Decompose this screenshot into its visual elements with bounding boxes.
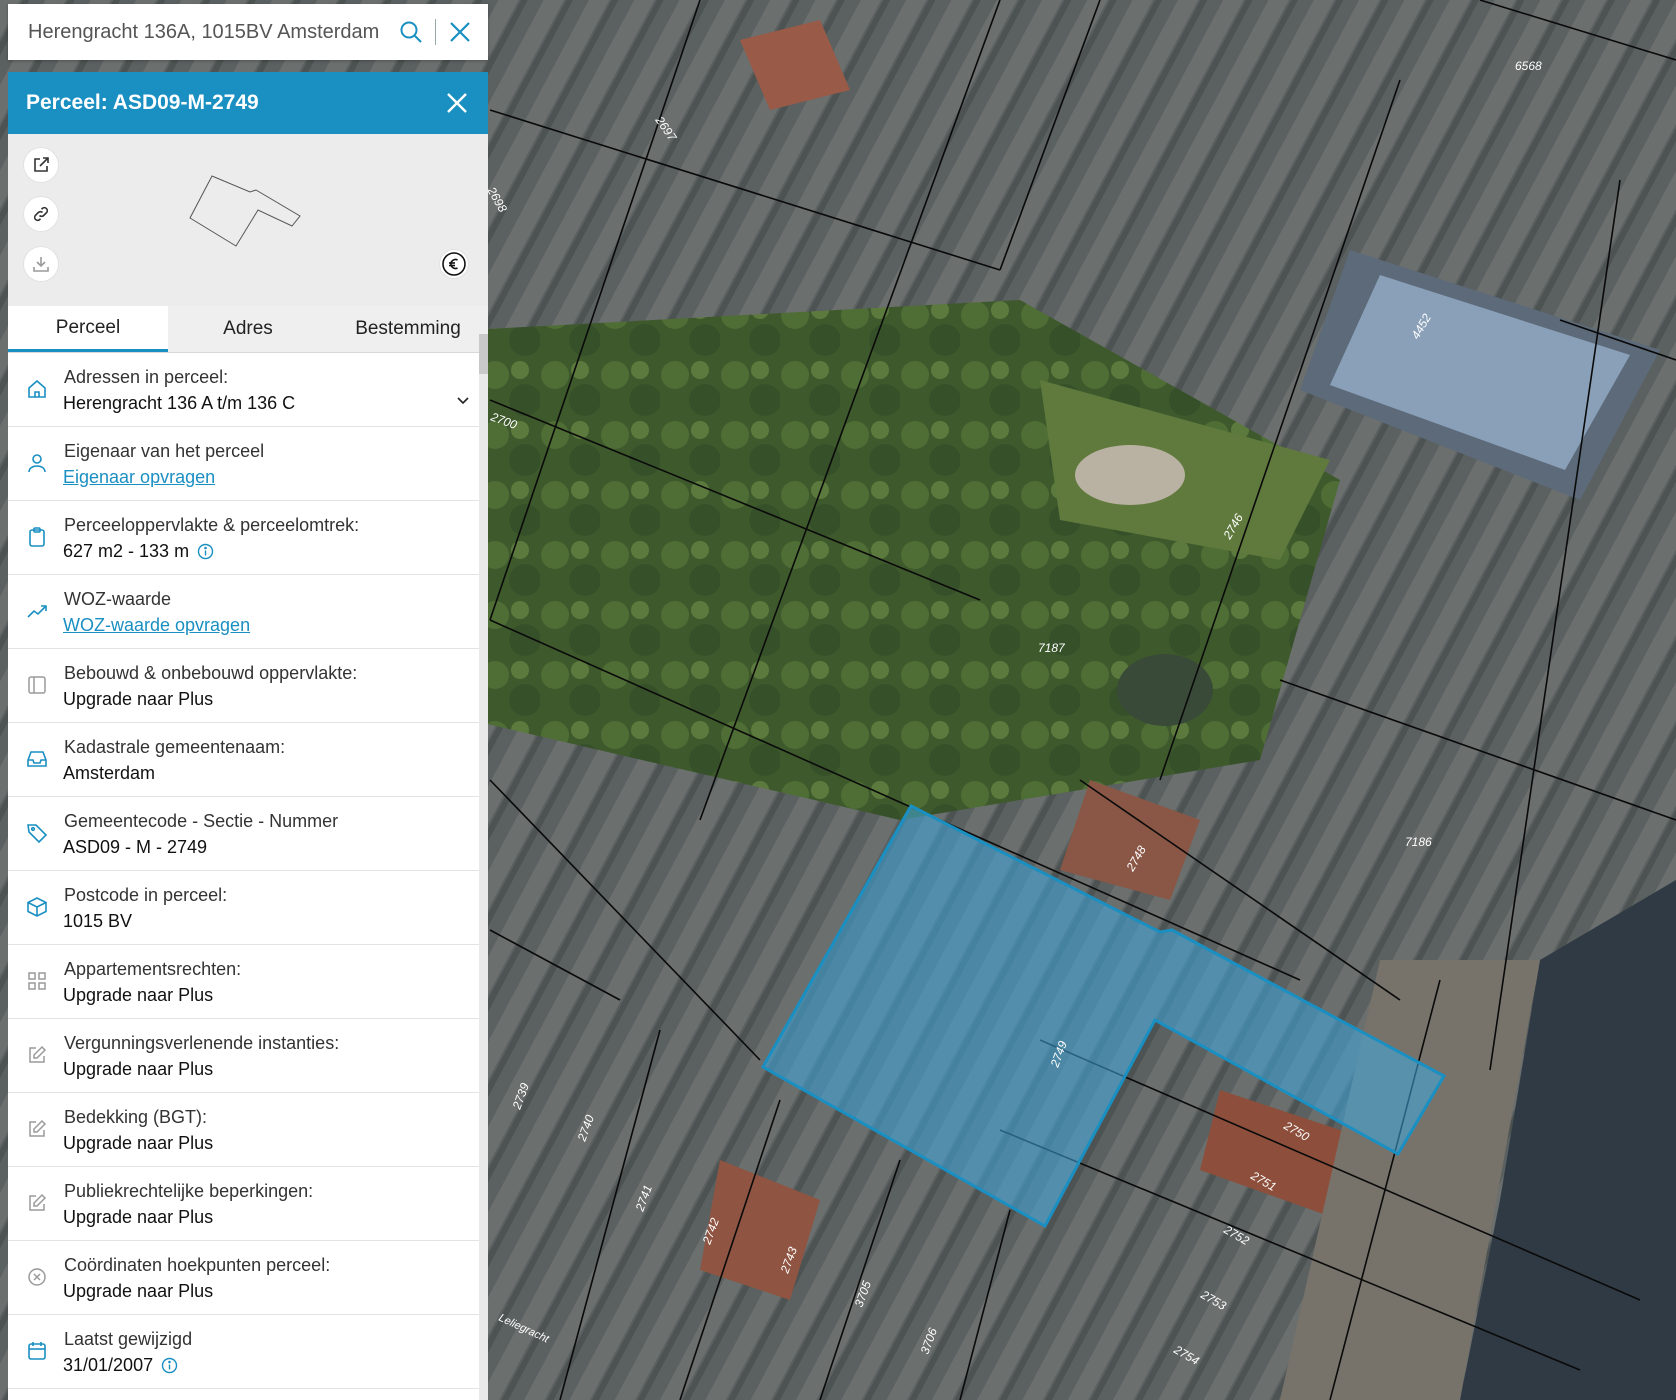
row-value: Amsterdam <box>63 763 156 783</box>
row-label: Coördinaten hoekpunten perceel: <box>64 1255 331 1275</box>
parcel-panel: Perceel: ASD09-M-2749 Perceel Adres Best… <box>8 72 488 1400</box>
row-gemeentecode: Gemeentecode - Sectie - Nummer ASD09 - M… <box>8 797 479 871</box>
chevron-down-icon[interactable] <box>457 397 469 405</box>
info-icon[interactable] <box>197 543 214 560</box>
close-panel-icon[interactable] <box>446 92 468 114</box>
row-appartementsrechten: Appartementsrechten: Upgrade naar Plus <box>8 945 479 1019</box>
search-bar <box>8 4 488 60</box>
row-value: Upgrade naar Plus <box>63 1281 214 1301</box>
parcel-label: 6568 <box>1515 59 1542 73</box>
clear-search-icon[interactable] <box>442 14 478 50</box>
open-external-button[interactable] <box>24 148 58 182</box>
row-label: Bedekking (BGT): <box>64 1107 208 1127</box>
row-bebouwd: Bebouwd & onbebouwd oppervlakte: Upgrade… <box>8 649 479 723</box>
scrollbar-track[interactable] <box>479 334 488 1400</box>
row-value: Upgrade naar Plus <box>63 1059 214 1079</box>
row-adressen[interactable]: Adressen in perceel: Herengracht 136 A t… <box>8 353 479 427</box>
x-circle-icon <box>28 1268 46 1286</box>
panel-tabs: Perceel Adres Bestemming <box>8 306 488 353</box>
row-label: Postcode in perceel: <box>64 885 228 905</box>
clipboard-icon <box>29 527 45 547</box>
grid-icon <box>28 972 46 990</box>
box-icon <box>27 897 47 917</box>
trend-icon <box>27 605 47 618</box>
row-value: Herengracht 136 A t/m 136 C <box>63 393 296 413</box>
row-eigenaar: Eigenaar van het perceel Eigenaar opvrag… <box>8 427 479 501</box>
row-label: Appartementsrechten: <box>64 959 242 979</box>
search-divider <box>435 19 436 45</box>
row-label: Gemeentecode - Sectie - Nummer <box>64 811 339 831</box>
scrollbar-thumb[interactable] <box>479 334 488 374</box>
panel-header: Perceel: ASD09-M-2749 <box>8 72 488 134</box>
row-gemeentenaam: Kadastrale gemeentenaam: Amsterdam <box>8 723 479 797</box>
row-vergunning: Vergunningsverlenende instanties: Upgrad… <box>8 1019 479 1093</box>
calendar-icon <box>28 1342 46 1360</box>
row-coordinaten: Coördinaten hoekpunten perceel: Upgrade … <box>8 1241 479 1315</box>
tag-icon <box>27 824 48 844</box>
row-label: WOZ-waarde <box>64 589 172 609</box>
row-value-wrap: 31/01/2007 <box>63 1355 178 1376</box>
row-value: Upgrade naar Plus <box>63 1207 214 1227</box>
row-label: Perceeloppervlakte & perceelomtrek: <box>64 515 360 535</box>
row-value: Upgrade naar Plus <box>63 689 214 709</box>
link-icon <box>33 206 49 222</box>
parcel-preview <box>8 134 488 306</box>
layout-icon <box>28 676 46 694</box>
row-label: Publiekrechtelijke beperkingen: <box>64 1181 314 1201</box>
row-woz: WOZ-waarde WOZ-waarde opvragen <box>8 575 479 649</box>
edit-icon <box>29 1193 47 1211</box>
tab-perceel[interactable]: Perceel <box>8 306 168 352</box>
tab-bestemming[interactable]: Bestemming <box>328 306 488 352</box>
row-label: Adressen in perceel: <box>64 367 229 387</box>
row-bedekking: Bedekking (BGT): Upgrade naar Plus <box>8 1093 479 1167</box>
row-laatst-gewijzigd: Laatst gewijzigd 31/01/2007 <box>8 1315 479 1389</box>
search-icon[interactable] <box>393 14 429 50</box>
copy-link-button[interactable] <box>24 197 58 231</box>
home-icon <box>28 379 46 398</box>
search-input[interactable] <box>26 19 393 45</box>
row-oppervlakte: Perceeloppervlakte & perceelomtrek: 627 … <box>8 501 479 575</box>
row-value: 31/01/2007 <box>63 1355 154 1375</box>
parcel-label: 7187 <box>1038 641 1066 655</box>
parcel-label: 7186 <box>1405 835 1432 849</box>
person-icon <box>28 454 46 473</box>
parcel-details-list: Adressen in perceel: Herengracht 136 A t… <box>8 353 488 1389</box>
eigenaar-opvragen-link[interactable]: Eigenaar opvragen <box>63 467 215 488</box>
row-beperkingen: Publiekrechtelijke beperkingen: Upgrade … <box>8 1167 479 1241</box>
panel-title: Perceel: ASD09-M-2749 <box>26 91 259 114</box>
row-value: 627 m2 - 133 m <box>63 541 190 561</box>
row-value: 1015 BV <box>63 911 133 931</box>
row-postcode: Postcode in perceel: 1015 BV <box>8 871 479 945</box>
price-button[interactable] <box>440 250 468 278</box>
download-button[interactable] <box>24 247 58 281</box>
info-icon[interactable] <box>161 1357 178 1374</box>
row-value: Upgrade naar Plus <box>63 985 214 1005</box>
row-value: ASD09 - M - 2749 <box>63 837 208 857</box>
row-label: Kadastrale gemeentenaam: <box>64 737 286 757</box>
edit-icon <box>29 1045 47 1063</box>
download-icon <box>33 257 49 272</box>
row-label: Laatst gewijzigd <box>64 1329 193 1349</box>
woz-opvragen-link[interactable]: WOZ-waarde opvragen <box>63 615 250 636</box>
row-label: Bebouwd & onbebouwd oppervlakte: <box>64 663 358 683</box>
euro-icon <box>442 252 466 276</box>
row-value: Upgrade naar Plus <box>63 1133 214 1153</box>
inbox-icon <box>27 751 47 767</box>
parcel-shape-outline <box>189 175 301 247</box>
tab-adres[interactable]: Adres <box>168 306 328 352</box>
row-label: Vergunningsverlenende instanties: <box>64 1033 340 1053</box>
row-label: Eigenaar van het perceel <box>64 441 265 461</box>
external-link-icon <box>34 157 49 172</box>
edit-icon <box>29 1119 47 1137</box>
row-value-wrap: 627 m2 - 133 m <box>63 541 214 562</box>
